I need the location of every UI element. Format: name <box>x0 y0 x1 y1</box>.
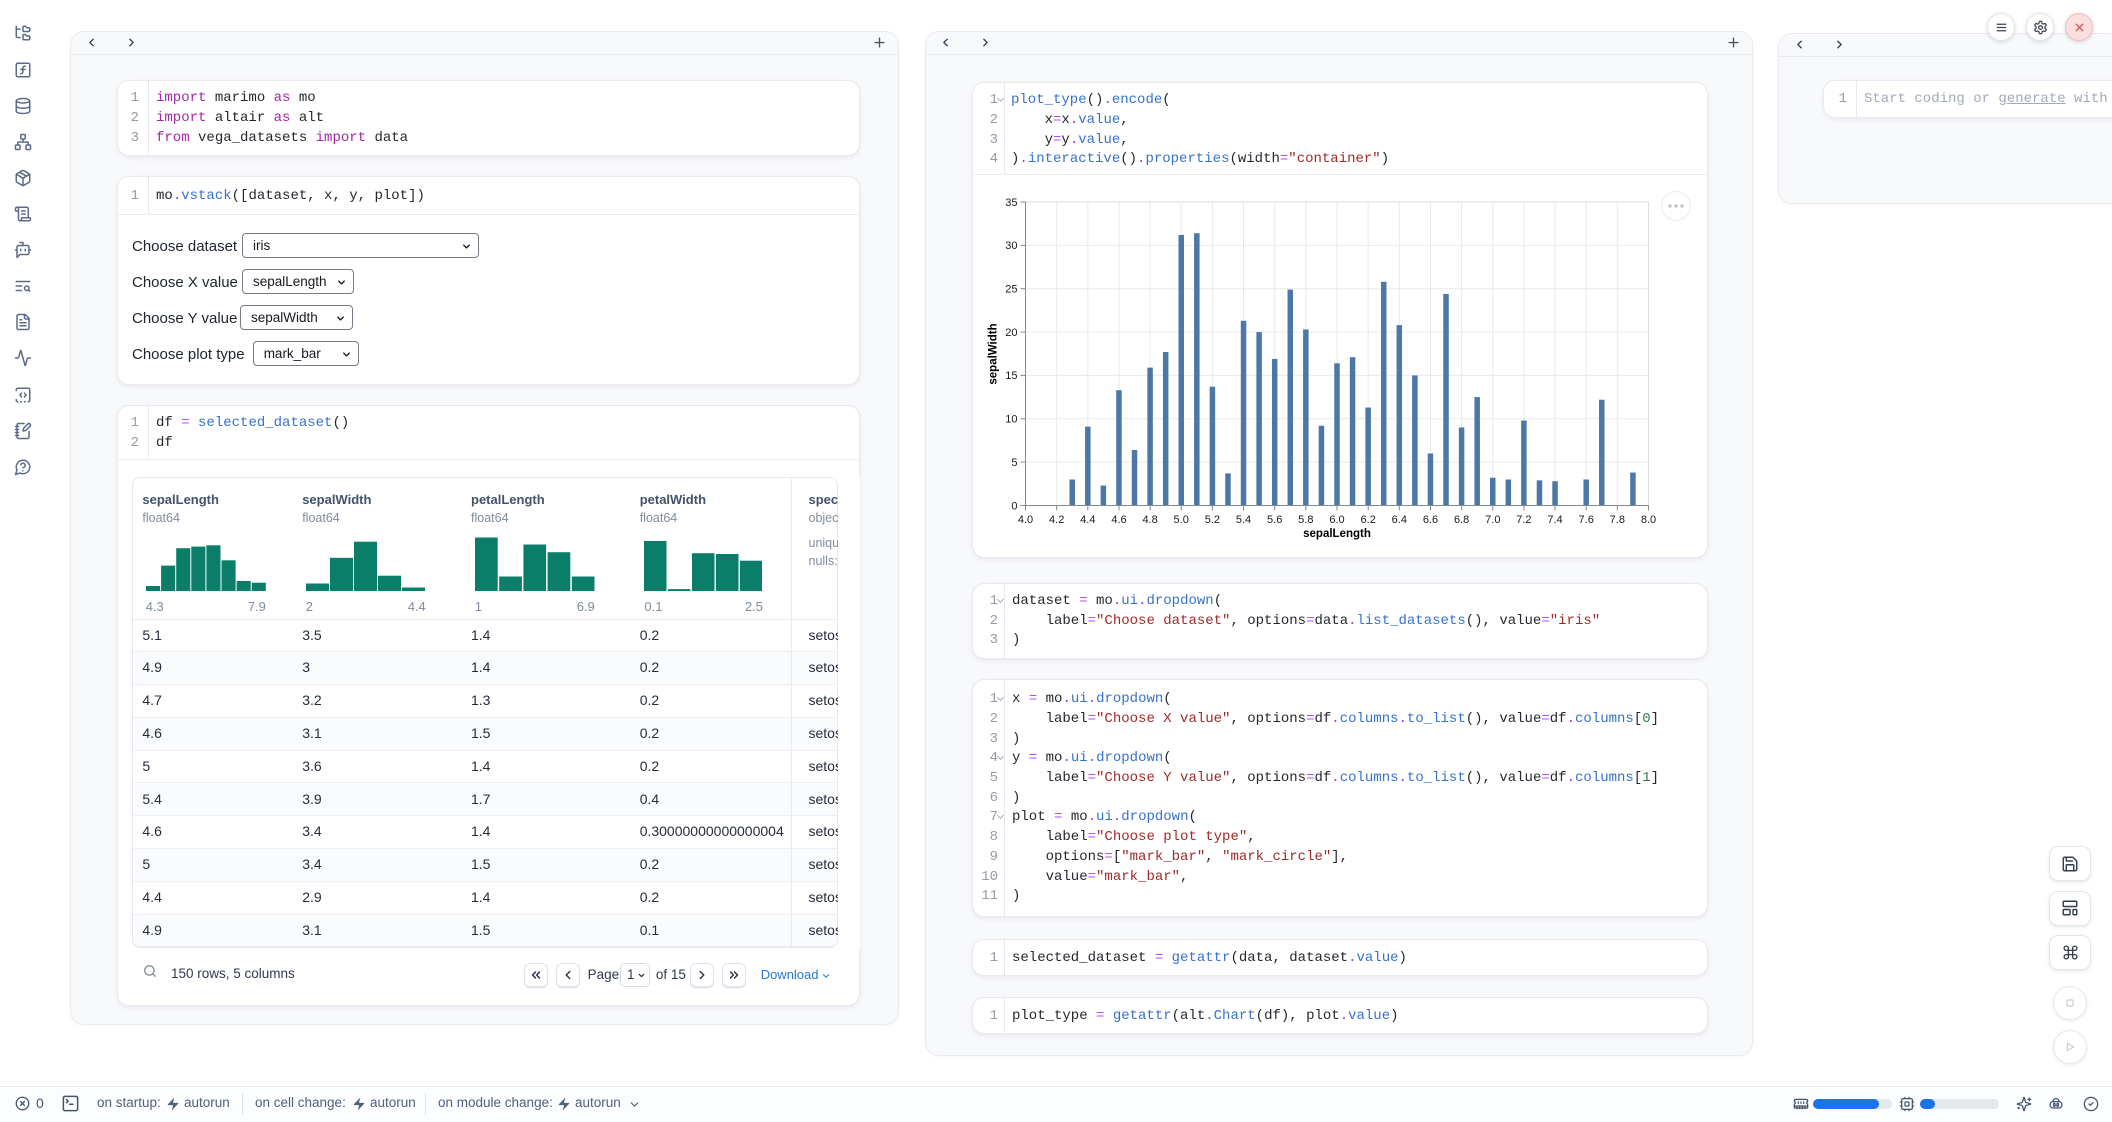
svg-text:6.8: 6.8 <box>1454 514 1469 526</box>
svg-text:7.4: 7.4 <box>1547 514 1562 526</box>
svg-text:6.0: 6.0 <box>1329 514 1344 526</box>
svg-text:20: 20 <box>1005 327 1017 339</box>
svg-text:30: 30 <box>1005 240 1017 252</box>
svg-text:sepalLength: sepalLength <box>1303 528 1371 540</box>
svg-text:10: 10 <box>1005 414 1017 426</box>
svg-text:4.8: 4.8 <box>1142 514 1157 526</box>
svg-text:7.2: 7.2 <box>1516 514 1531 526</box>
svg-text:6.2: 6.2 <box>1361 514 1376 526</box>
svg-text:35: 35 <box>1005 197 1017 209</box>
svg-text:5.8: 5.8 <box>1298 514 1313 526</box>
svg-text:4.0: 4.0 <box>1018 514 1033 526</box>
svg-text:15: 15 <box>1005 370 1017 382</box>
svg-text:4.6: 4.6 <box>1111 514 1126 526</box>
svg-text:8.0: 8.0 <box>1641 514 1656 526</box>
svg-text:5.6: 5.6 <box>1267 514 1282 526</box>
svg-text:7.0: 7.0 <box>1485 514 1500 526</box>
svg-text:7.6: 7.6 <box>1579 514 1594 526</box>
svg-text:7.8: 7.8 <box>1610 514 1625 526</box>
svg-text:sepalWidth: sepalWidth <box>988 323 1000 384</box>
svg-text:5.2: 5.2 <box>1205 514 1220 526</box>
svg-text:5: 5 <box>1011 457 1017 469</box>
svg-text:25: 25 <box>1005 284 1017 296</box>
svg-text:0: 0 <box>1011 500 1017 512</box>
svg-text:6.4: 6.4 <box>1392 514 1407 526</box>
svg-text:6.6: 6.6 <box>1423 514 1438 526</box>
svg-text:4.2: 4.2 <box>1049 514 1064 526</box>
svg-text:5.4: 5.4 <box>1236 514 1251 526</box>
svg-text:4.4: 4.4 <box>1080 514 1095 526</box>
svg-text:5.0: 5.0 <box>1174 514 1189 526</box>
